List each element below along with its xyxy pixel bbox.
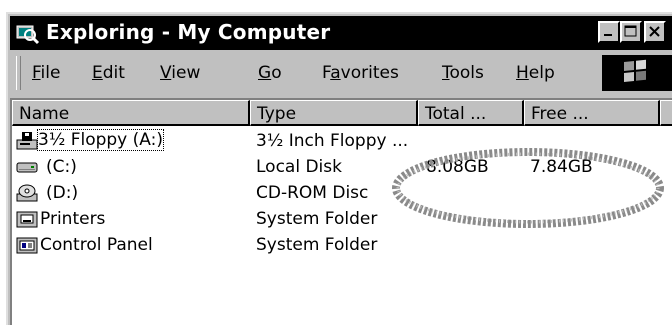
column-header: Name Type Total ... Free ... — [12, 100, 672, 126]
menu-favorites[interactable]: Favorites — [322, 63, 399, 83]
column-type[interactable]: Type — [250, 100, 418, 126]
item-total-size: 8.08GB — [426, 157, 489, 177]
printers-folder-icon — [16, 211, 38, 228]
menu-view[interactable]: View — [160, 63, 200, 83]
floppy-drive-icon — [16, 132, 38, 150]
item-type: CD-ROM Disc — [256, 183, 369, 203]
cdrom-drive-icon — [16, 184, 38, 202]
list-item[interactable]: (C:) Local Disk 8.08GB 7.84GB — [12, 154, 672, 180]
title-bar[interactable]: Exploring - My Computer — [10, 16, 672, 50]
list-item[interactable]: 3½ Floppy (A:) 3½ Inch Floppy ... — [12, 128, 672, 154]
item-name: (D:) — [46, 183, 79, 203]
minimize-button[interactable] — [598, 21, 620, 43]
list-item[interactable]: (D:) CD-ROM Disc — [12, 180, 672, 206]
menu-grip[interactable] — [16, 56, 21, 90]
drive-list: Name Type Total ... Free ... 3½ Floppy (… — [10, 98, 672, 325]
column-total-size[interactable]: Total ... — [418, 100, 524, 126]
explorer-window: Exploring - My Computer File Edit View G… — [6, 12, 672, 325]
column-name[interactable]: Name — [12, 100, 250, 126]
item-name: Printers — [40, 209, 106, 229]
item-type: System Folder — [256, 235, 378, 255]
menu-go[interactable]: Go — [258, 63, 282, 83]
item-free-space: 7.84GB — [530, 157, 593, 177]
item-name: 3½ Floppy (A:) — [37, 129, 164, 151]
item-type: System Folder — [256, 209, 378, 229]
list-item[interactable]: Printers System Folder — [12, 206, 672, 232]
item-type: Local Disk — [256, 157, 342, 177]
menu-file[interactable]: File — [32, 63, 60, 83]
maximize-button[interactable] — [620, 21, 642, 43]
menu-help[interactable]: Help — [516, 63, 555, 83]
windows-flag-icon — [624, 59, 646, 82]
windows-logo — [602, 55, 672, 91]
item-type: 3½ Inch Floppy ... — [256, 131, 409, 151]
maximize-icon — [624, 25, 637, 37]
item-name: (C:) — [46, 157, 77, 177]
explorer-icon — [16, 25, 40, 45]
minimize-icon — [604, 34, 612, 36]
column-free-space[interactable]: Free ... — [524, 100, 660, 126]
menu-edit[interactable]: Edit — [92, 63, 125, 83]
menu-bar: File Edit View Go Favorites Tools Help — [10, 50, 672, 96]
list-item[interactable]: Control Panel System Folder — [12, 232, 672, 258]
close-icon — [649, 26, 660, 37]
menu-tools[interactable]: Tools — [442, 63, 484, 83]
item-name: Control Panel — [40, 235, 153, 255]
window-title: Exploring - My Computer — [46, 20, 331, 44]
column-extra[interactable] — [660, 100, 672, 126]
hard-disk-icon — [16, 162, 38, 173]
close-button[interactable] — [644, 21, 666, 43]
control-panel-icon — [16, 237, 38, 254]
